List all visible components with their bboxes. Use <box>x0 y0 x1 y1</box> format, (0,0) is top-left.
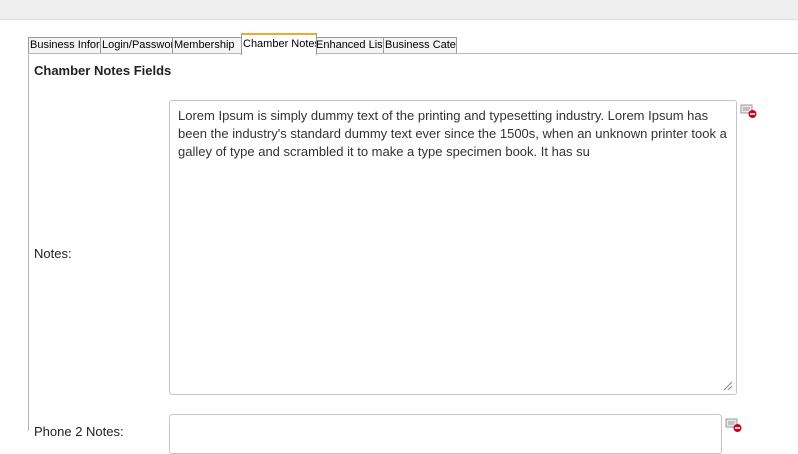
tab-bar: Business Information Login/Password Memb… <box>28 33 798 55</box>
resize-grip-icon[interactable] <box>722 380 732 390</box>
tab-chamber-notes[interactable]: Chamber Notes <box>241 33 317 55</box>
clear-field-icon[interactable] <box>740 103 758 119</box>
notes-text: Lorem Ipsum is simply dummy text of the … <box>178 108 727 159</box>
notes-textarea[interactable]: Lorem Ipsum is simply dummy text of the … <box>169 100 737 395</box>
tab-membership[interactable]: Membership <box>172 37 243 53</box>
tab-business-categories[interactable]: Business Categories <box>383 37 457 53</box>
phone-2-notes-textarea[interactable] <box>169 414 722 454</box>
tab-business-information[interactable]: Business Information <box>28 37 102 53</box>
phone-2-notes-label: Phone 2 Notes: <box>34 424 124 439</box>
tab-login-password[interactable]: Login/Password <box>100 37 174 53</box>
tab-enhanced-listing[interactable]: Enhanced Listing <box>314 37 386 53</box>
section-title: Chamber Notes Fields <box>34 63 172 78</box>
browser-top-bar <box>0 0 798 20</box>
notes-label: Notes: <box>34 246 72 261</box>
